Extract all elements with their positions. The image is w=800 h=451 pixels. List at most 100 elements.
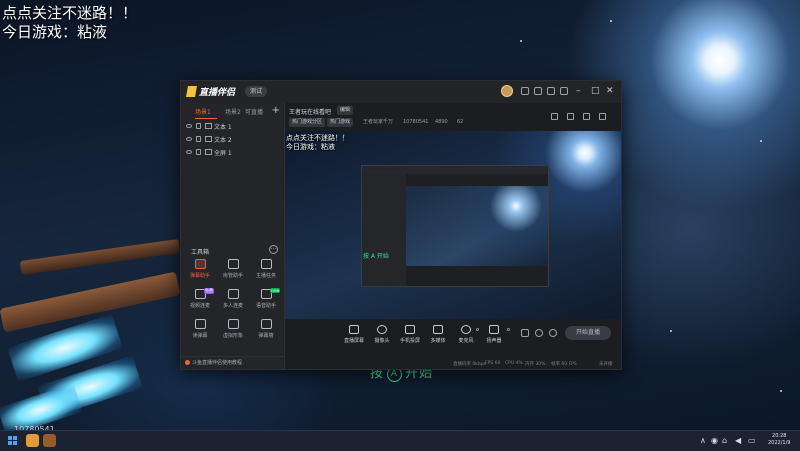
notice-icon <box>185 360 190 365</box>
tool-label: 语音助手 <box>255 303 276 309</box>
new-badge: new <box>270 288 281 293</box>
capture-controls: 直播屏幕 摄像头 手机投屏 多媒体 麦克风 扬声器 开始直播 <box>285 319 621 359</box>
camera-button[interactable]: 摄像头 <box>367 325 397 344</box>
room-title: 王者玩在线看吧 <box>289 109 332 116</box>
minimize-icon[interactable]: – <box>576 85 581 97</box>
record-video-icon[interactable] <box>521 329 529 337</box>
status-bar: 直播码率 0kbps FPS 60 CPU 4% 内存 30% 帧率 60 FP… <box>285 359 621 369</box>
tab-live[interactable]: 可直播 <box>245 107 263 116</box>
edition-badge[interactable]: 测试 <box>245 86 267 97</box>
fullscreen-source-icon <box>205 149 212 155</box>
close-icon[interactable]: ✕ <box>606 85 614 97</box>
scene-sidebar: 场景1 场景2 可直播 + 文本 1 文本 2 全屏 1 工具箱 ··· 弹幕助… <box>181 103 285 369</box>
memory-status: 内存 30% <box>525 362 546 367</box>
chevron-up-icon[interactable]: ∧ <box>700 436 706 445</box>
screen-capture-button[interactable]: 直播屏幕 <box>339 325 369 344</box>
maximize-icon[interactable]: □ <box>591 85 600 97</box>
microphone-icon <box>461 325 471 334</box>
battery-icon[interactable]: ▭ <box>748 436 756 445</box>
source-item[interactable]: 文本 1 <box>181 121 284 133</box>
eye-icon[interactable] <box>186 150 192 154</box>
record-icon[interactable] <box>583 113 590 120</box>
tool-read-danmu[interactable]: 读弹幕 <box>183 319 217 349</box>
network-icon[interactable]: ⌂ <box>722 436 727 445</box>
preview-game-text: 今日游戏：粘液 <box>286 143 335 151</box>
windows-start-icon[interactable] <box>8 436 18 446</box>
message-icon[interactable] <box>521 87 529 95</box>
task-icon <box>260 259 272 269</box>
tool-voice-assistant[interactable]: new 语音助手 <box>249 288 283 319</box>
cpu-status: CPU 4% <box>505 361 523 366</box>
source-item[interactable]: 全屏 1 <box>181 147 284 159</box>
app-title: 直播伴侣 <box>199 88 236 98</box>
app-logo: 直播伴侣 <box>186 85 236 98</box>
lock-icon[interactable] <box>196 123 201 129</box>
shop-icon[interactable] <box>551 113 558 120</box>
ship-wing <box>19 238 181 276</box>
mascot-avatar[interactable] <box>501 85 513 97</box>
control-label: 麦克风 <box>458 338 474 344</box>
tool-avatar[interactable]: 虚拟形象 <box>216 319 250 349</box>
live-monitor-icon[interactable] <box>535 329 543 337</box>
category-chip[interactable]: 热门游戏分区 <box>289 118 326 127</box>
text-source-icon <box>205 123 212 129</box>
lock-icon[interactable] <box>567 113 574 120</box>
tool-video-link[interactable]: 免费 视频连麦 <box>183 288 217 319</box>
title-bar: 直播伴侣 测试 – □ ✕ <box>181 81 621 104</box>
eye-icon[interactable] <box>186 137 192 141</box>
notice-text: 斗鱼直播伴侣使用教程 <box>192 360 243 366</box>
tool-multi-link[interactable]: 多人连麦 <box>216 289 250 319</box>
room-id: 10780541 <box>403 119 429 125</box>
lock-icon[interactable] <box>196 136 201 142</box>
active-tab-indicator <box>195 118 217 119</box>
app-icon-streaming[interactable] <box>26 434 39 447</box>
fps-status: FPS 60 <box>485 361 501 366</box>
gear-icon[interactable] <box>549 329 557 337</box>
tool-danmu-wall[interactable]: 弹幕墙 <box>249 319 283 349</box>
tool-room-manager[interactable]: 房管助手 <box>216 259 250 289</box>
chat-icon[interactable] <box>534 87 542 95</box>
source-label: 文本 2 <box>214 137 232 144</box>
stream-preview[interactable]: 点点关注不迷路！！ 今日游戏：粘液 按 A 开始 <box>285 131 621 319</box>
edit-room-button[interactable]: 编辑 <box>337 106 353 115</box>
app-icon-game[interactable] <box>43 434 56 447</box>
tool-label: 主播任务 <box>255 273 276 279</box>
tool-streamer-tasks[interactable]: 主播任务 <box>249 259 283 289</box>
source-item[interactable]: 文本 2 <box>181 134 284 146</box>
eye-icon[interactable] <box>186 124 192 128</box>
phone-icon <box>405 325 415 334</box>
download-icon <box>227 289 239 299</box>
speaker-tray-icon[interactable]: ◀ <box>735 436 741 445</box>
tab-scene-2[interactable]: 场景2 <box>225 107 241 116</box>
streaming-app-window: 直播伴侣 测试 – □ ✕ 场景1 场景2 可直播 + 文本 1 文本 2 全屏… <box>180 80 622 370</box>
tool-label: 读弹幕 <box>192 333 208 339</box>
settings-icon[interactable] <box>560 87 568 95</box>
add-scene-button[interactable]: + <box>272 105 280 116</box>
bitrate-status: 直播码率 0kbps <box>453 362 486 367</box>
tutorial-notice[interactable]: 斗鱼直播伴侣使用教程 <box>181 356 284 369</box>
main-panel: 王者玩在线看吧 编辑 热门游戏分区 热门游戏 王者玩家千万 10780541 4… <box>285 103 621 369</box>
speaker-button[interactable]: 扬声器 <box>479 325 509 344</box>
nested-preview <box>406 186 548 266</box>
live-status: 未开播 <box>599 362 613 367</box>
clock-time: 20:28 <box>772 433 787 439</box>
user-icon <box>227 259 239 269</box>
tray-app-icon[interactable]: ◉ <box>711 436 718 445</box>
share-icon[interactable] <box>599 113 606 120</box>
play-icon <box>433 325 443 334</box>
gift-icon[interactable] <box>547 87 555 95</box>
media-button[interactable]: 多媒体 <box>423 325 453 344</box>
preview-start-prompt: 按 A 开始 <box>363 253 389 260</box>
start-live-button[interactable]: 开始直播 <box>565 326 611 340</box>
tool-danmu-assistant[interactable]: 弹幕助手 <box>183 259 217 289</box>
speaker-volume-icon[interactable] <box>507 328 510 331</box>
toolbox-more-button[interactable]: ··· <box>269 245 278 254</box>
system-clock[interactable]: 20:28 2022/1/9 <box>768 433 790 447</box>
tab-scene-1[interactable]: 场景1 <box>195 107 211 116</box>
lock-icon[interactable] <box>196 149 201 155</box>
phone-cast-button[interactable]: 手机投屏 <box>395 325 425 344</box>
control-label: 摄像头 <box>374 338 390 344</box>
category-chip[interactable]: 热门游戏 <box>327 118 354 127</box>
framerate-status: 帧率 60 FPS <box>551 362 577 367</box>
read-icon <box>194 319 206 329</box>
